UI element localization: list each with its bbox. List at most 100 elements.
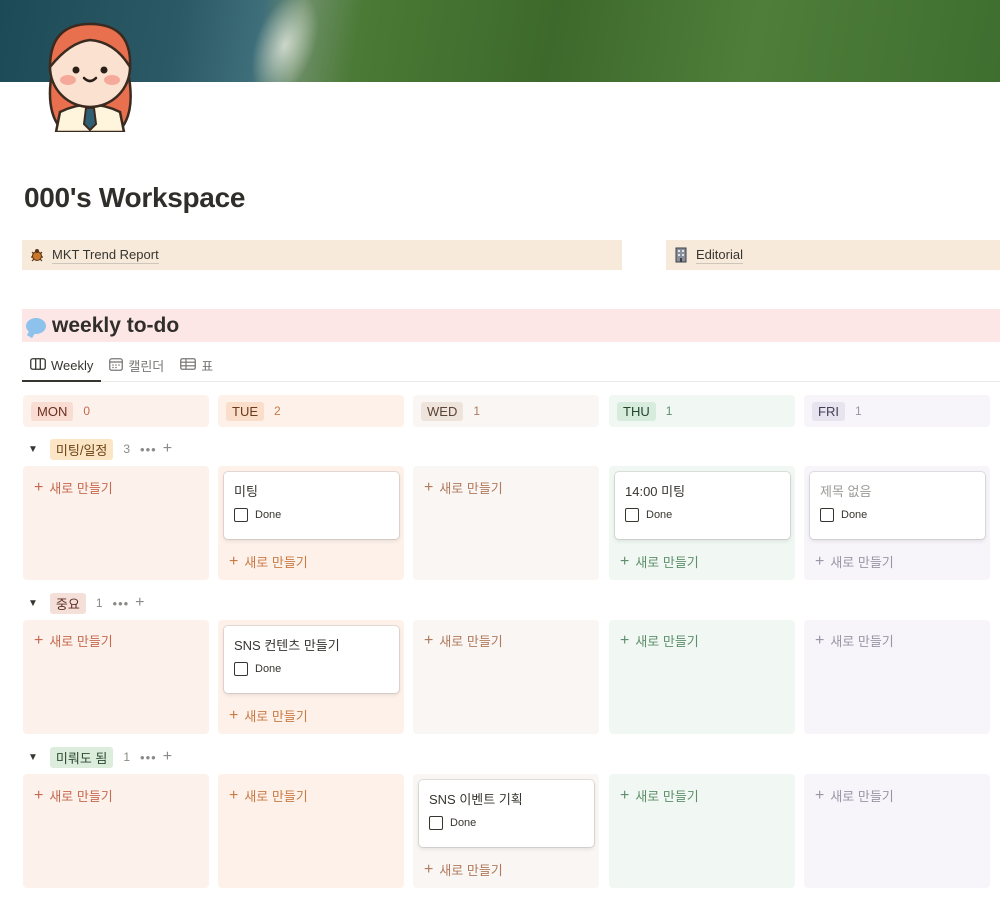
new-card-button[interactable]: + 새로 만들기 <box>229 706 308 725</box>
page-title: 000's Workspace <box>24 182 246 213</box>
column-header-thu[interactable]: THU 1 <box>609 395 795 427</box>
column-header-fri[interactable]: FRI 1 <box>804 395 990 427</box>
column-tag: MON <box>31 401 74 421</box>
new-card-button[interactable]: + 새로 만들기 <box>815 552 894 571</box>
building-icon <box>672 246 690 264</box>
column-count: 0 <box>83 404 91 418</box>
checkbox-icon[interactable] <box>234 662 248 676</box>
tab-label: Weekly <box>51 357 94 373</box>
column-count: 1 <box>473 404 481 418</box>
plus-icon: + <box>34 786 44 804</box>
plus-icon: + <box>620 631 630 649</box>
add-icon[interactable]: + <box>163 440 172 458</box>
done-checkbox-row[interactable]: Done <box>820 508 975 522</box>
plus-icon: + <box>229 786 239 804</box>
checkbox-icon[interactable] <box>234 508 248 522</box>
plus-icon: + <box>229 552 239 570</box>
done-label: Done <box>450 817 477 829</box>
new-card-button[interactable]: + 새로 만들기 <box>620 552 699 571</box>
weekly-todo-callout: weekly to-do <box>22 309 1000 342</box>
bug-icon <box>28 246 46 264</box>
cover-image <box>0 0 1000 82</box>
plus-icon: + <box>34 631 44 649</box>
card-title: 14:00 미팅 <box>625 484 686 499</box>
card-title: SNS 이벤트 기획 <box>429 792 523 807</box>
card-title: 제목 없음 <box>820 484 872 499</box>
done-checkbox-row[interactable]: Done <box>625 508 780 522</box>
tab-calendar[interactable]: 캘린더 <box>101 350 172 381</box>
column-tag: THU <box>617 401 656 421</box>
more-icon[interactable]: ••• <box>140 442 157 457</box>
new-card-button[interactable]: + 새로 만들기 <box>229 786 308 805</box>
done-checkbox-row[interactable]: Done <box>234 662 389 676</box>
toggle-triangle-icon[interactable]: ▼ <box>28 752 38 763</box>
plus-icon: + <box>424 478 434 496</box>
tab-weekly[interactable]: Weekly <box>22 350 102 382</box>
done-label: Done <box>255 663 282 675</box>
plus-icon: + <box>620 552 630 570</box>
plus-icon: + <box>815 552 825 570</box>
column-header-mon[interactable]: MON 0 <box>23 395 209 427</box>
group-tag: 미팅/일정 <box>49 438 114 460</box>
new-card-button[interactable]: + 새로 만들기 <box>34 786 113 805</box>
more-icon[interactable]: ••• <box>140 750 157 765</box>
column-tag: TUE <box>226 401 264 421</box>
column-header-tue[interactable]: TUE 2 <box>218 395 404 427</box>
plus-icon: + <box>620 786 630 804</box>
tab-table[interactable]: 표 <box>172 350 221 381</box>
group-tag: 미뤄도 됨 <box>49 746 114 768</box>
card-title: 미팅 <box>234 484 258 499</box>
new-card-button[interactable]: + 새로 만들기 <box>620 631 699 650</box>
group-count: 1 <box>95 596 103 610</box>
board-icon <box>30 357 46 373</box>
checkbox-icon[interactable] <box>429 816 443 830</box>
task-card[interactable]: 미팅 Done <box>224 472 399 539</box>
done-checkbox-row[interactable]: Done <box>429 816 584 830</box>
task-card[interactable]: 14:00 미팅 Done <box>615 472 790 539</box>
column-header-wed[interactable]: WED 1 <box>413 395 599 427</box>
new-card-button[interactable]: + 새로 만들기 <box>229 552 308 571</box>
new-card-button[interactable]: + 새로 만들기 <box>34 478 113 497</box>
callout-title: weekly to-do <box>52 313 180 337</box>
plus-icon: + <box>815 631 825 649</box>
tab-label: 표 <box>201 359 214 374</box>
table-icon <box>180 358 197 373</box>
group-count: 3 <box>123 442 131 456</box>
new-card-button[interactable]: + 새로 만들기 <box>815 631 894 650</box>
add-icon[interactable]: + <box>163 748 172 766</box>
link-label: MKT Trend Report <box>52 246 159 264</box>
task-card[interactable]: 제목 없음 Done <box>810 472 985 539</box>
new-card-button[interactable]: + 새로 만들기 <box>424 478 503 497</box>
more-icon[interactable]: ••• <box>113 596 130 611</box>
column-count: 1 <box>665 404 673 418</box>
card-title: SNS 컨텐츠 만들기 <box>234 638 340 653</box>
group-tag: 중요 <box>49 592 86 614</box>
group-header-meeting[interactable]: ▼ 미팅/일정 3 ••• + <box>28 437 172 461</box>
toggle-triangle-icon[interactable]: ▼ <box>28 444 38 455</box>
column-tag: FRI <box>812 401 845 421</box>
new-card-button[interactable]: + 새로 만들기 <box>620 786 699 805</box>
add-icon[interactable]: + <box>135 594 144 612</box>
group-header-important[interactable]: ▼ 중요 1 ••• + <box>28 591 145 615</box>
new-card-button[interactable]: + 새로 만들기 <box>424 631 503 650</box>
task-card[interactable]: SNS 이벤트 기획 Done <box>419 780 594 847</box>
done-checkbox-row[interactable]: Done <box>234 508 389 522</box>
new-card-button[interactable]: + 새로 만들기 <box>34 631 113 650</box>
link-label: Editorial <box>696 246 743 264</box>
view-tabs: Weekly 캘린더 표 <box>22 350 1000 382</box>
checkbox-icon[interactable] <box>625 508 639 522</box>
task-card[interactable]: SNS 컨텐츠 만들기 Done <box>224 626 399 693</box>
checkbox-icon[interactable] <box>820 508 834 522</box>
page-icon-avatar[interactable] <box>40 12 140 134</box>
new-card-button[interactable]: + 새로 만들기 <box>424 860 503 879</box>
plus-icon: + <box>229 706 239 724</box>
plus-icon: + <box>424 860 434 878</box>
done-label: Done <box>841 509 868 521</box>
toggle-triangle-icon[interactable]: ▼ <box>28 598 38 609</box>
link-editorial[interactable]: Editorial <box>666 240 1000 270</box>
plus-icon: + <box>815 786 825 804</box>
group-count: 1 <box>123 750 131 764</box>
group-header-can-postpone[interactable]: ▼ 미뤄도 됨 1 ••• + <box>28 745 172 769</box>
link-mkt-trend-report[interactable]: MKT Trend Report <box>22 240 622 270</box>
new-card-button[interactable]: + 새로 만들기 <box>815 786 894 805</box>
